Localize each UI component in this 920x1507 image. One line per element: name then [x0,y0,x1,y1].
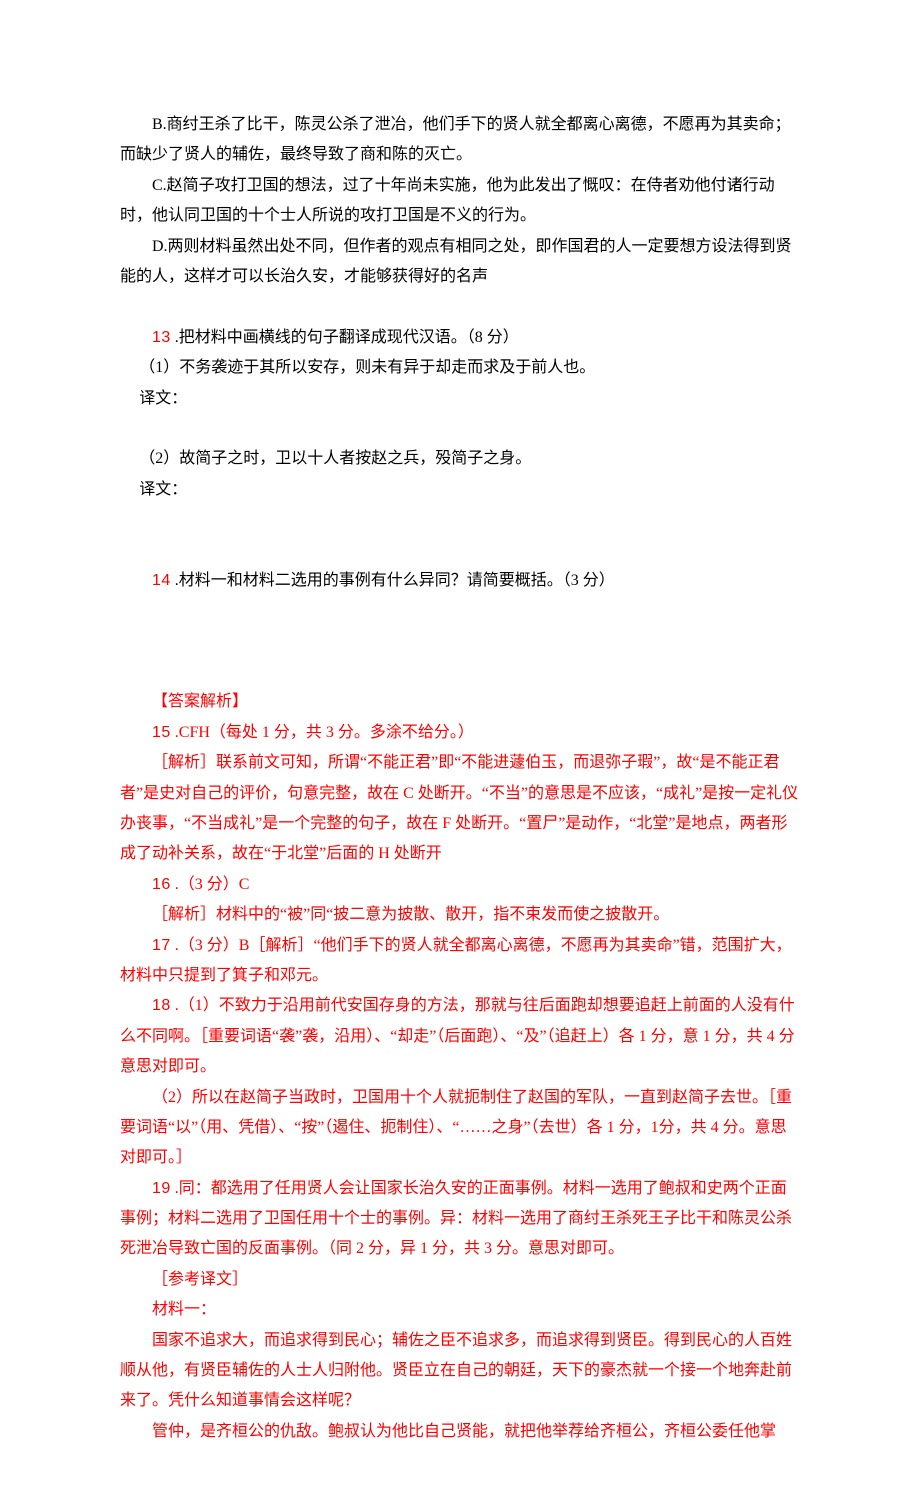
spacer [120,627,800,657]
question-14: 14 .材料一和材料二选用的事例有什么异同？请简要概括。（3 分） [120,566,800,596]
spacer [120,535,800,565]
answer-18-p2: （2）所以在赵简子当政时，卫国用十个人就扼制住了赵国的军队，一直到赵简子去世。［… [120,1083,800,1174]
question-13-stem: 13 .把材料中画横线的句子翻译成现代汉语。（8 分） [120,323,800,353]
answer-17: 17 .（3 分）B［解析］“他们手下的贤人就全都离心离德，不愿再为其卖命”错，… [120,931,800,992]
answer-17-number: 17 [152,937,171,954]
question-13-item-1: （1）不务袭迹于其所以安存，则未有异于却走而求及于前人也。 [120,353,800,383]
spacer [120,596,800,626]
question-number-13: 13 [152,329,171,346]
question-13-item-2: （2）故简子之时，卫以十人者按赵之兵，殁简子之身。 [120,444,800,474]
answer-15: 15 .CFH（每处 1 分，共 3 分。多涂不给分。） [120,718,800,748]
spacer [120,657,800,687]
answer-18-text-1: .（1）不致力于沿用前代安国存身的方法，那就与往后面跑却想要追赶上前面的人没有什… [120,997,795,1075]
translation-label-1: 译文： [120,384,800,414]
spacer [120,292,800,322]
answer-17-text: .（3 分）B［解析］“他们手下的贤人就全都离心离德，不愿再为其卖命”错，范围扩… [120,937,792,984]
answer-15-text: .CFH（每处 1 分，共 3 分。多涂不给分。） [171,724,474,741]
answer-19-text: .同：都选用了任用贤人会让国家长治久安的正面事例。材料一选用了鲍叔和史两个正面事… [120,1180,792,1258]
answer-18-number: 18 [152,997,171,1014]
question-number-14: 14 [152,572,171,589]
spacer [120,505,800,535]
reference-paragraph-2: 管仲，是齐桓公的仇敌。鲍叔认为他比自己贤能，就把他举荐给齐桓公，齐桓公委任他掌 [120,1417,800,1447]
answer-heading: 【答案解析】 [120,687,800,717]
answer-16-text: .（3 分）C [171,876,250,893]
reference-translation-label: ［参考译文］ [120,1265,800,1295]
question-13-text: .把材料中画横线的句子翻译成现代汉语。（8 分） [171,329,519,346]
answer-16-explain: ［解析］材料中的“被”同“披二意为披散、散开，指不束发而使之披散开。 [120,900,800,930]
spacer [120,414,800,444]
answer-18-p1: 18 .（1）不致力于沿用前代安国存身的方法，那就与往后面跑却想要追赶上前面的人… [120,991,800,1082]
answer-16: 16 .（3 分）C [120,870,800,900]
option-b: B.商纣王杀了比干，陈灵公杀了泄冶，他们手下的贤人就全都离心离德，不愿再为其卖命… [120,110,800,171]
option-c: C.赵简子攻打卫国的想法，过了十年尚未实施，他为此发出了慨叹：在侍者劝他付诸行动… [120,171,800,232]
question-14-text: .材料一和材料二选用的事例有什么异同？请简要概括。（3 分） [171,572,615,589]
answer-19-number: 19 [152,1180,171,1197]
translation-label-2: 译文： [120,475,800,505]
answer-16-number: 16 [152,876,171,893]
reference-paragraph-1: 国家不追求大，而追求得到民心；辅佐之臣不追求多，而追求得到贤臣。得到民心的人百姓… [120,1326,800,1417]
answer-19: 19 .同：都选用了任用贤人会让国家长治久安的正面事例。材料一选用了鲍叔和史两个… [120,1174,800,1265]
document-page: B.商纣王杀了比干，陈灵公杀了泄冶，他们手下的贤人就全都离心离德，不愿再为其卖命… [0,0,920,1507]
answer-15-number: 15 [152,724,171,741]
option-d: D.两则材料虽然出处不同，但作者的观点有相同之处，即作国君的人一定要想方设法得到… [120,232,800,293]
material-1-label: 材料一： [120,1295,800,1325]
answer-15-explain: ［解析］联系前文可知，所谓“不能正君”即“不能进蘧伯玉，而退弥子瑕”，故“是不能… [120,748,800,870]
